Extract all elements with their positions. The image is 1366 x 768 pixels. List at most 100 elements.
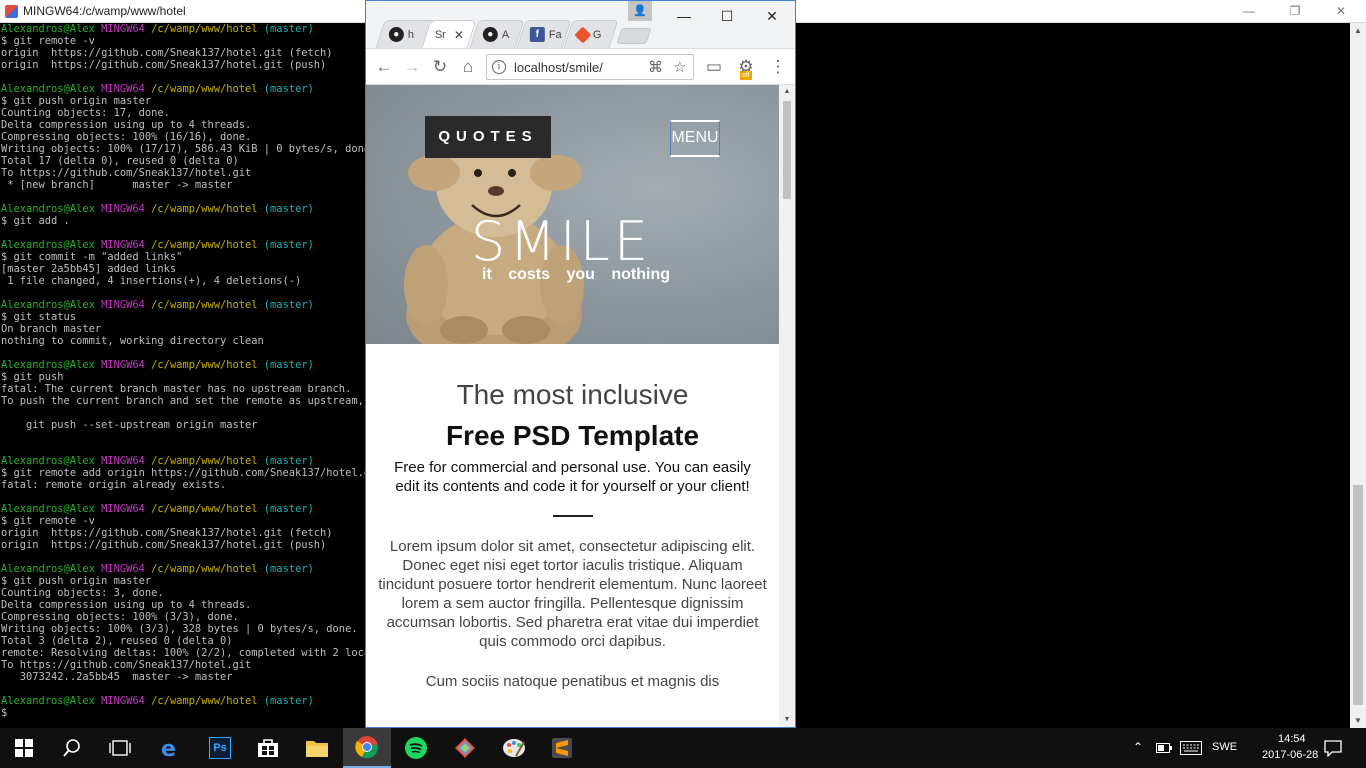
spotify-app[interactable] — [392, 728, 440, 768]
chrome-close-button[interactable]: ✕ — [749, 3, 795, 29]
prompt-user: Alexandros@Alex — [1, 695, 95, 707]
prompt-path: /c/wamp/www/hotel — [151, 503, 258, 515]
prompt-branch: (master) — [263, 359, 314, 371]
prompt-branch: (master) — [263, 563, 314, 575]
browser-toolbar: ← → ↻ ⌂ i localhost/smile/ ⌘ ☆ ▭ ⚙ ⋮ — [366, 49, 795, 85]
tab-strip: ● h Sr ✕ ● A f Fa G 👤 — ☐ ✕ — [366, 1, 795, 49]
prompt-branch: (master) — [263, 83, 314, 95]
terminal-restore-button[interactable]: ❐ — [1272, 1, 1318, 22]
github-icon: ● — [388, 27, 404, 42]
prompt-host: MINGW64 — [101, 563, 145, 575]
prompt-host: MINGW64 — [101, 203, 145, 215]
chrome-icon — [355, 736, 378, 759]
scroll-down-icon[interactable]: ▼ — [1350, 713, 1366, 729]
terminal-minimize-button[interactable]: — — [1226, 1, 1272, 22]
input-language[interactable]: SWE — [1212, 741, 1237, 753]
prompt-branch: (master) — [263, 503, 314, 515]
home-icon[interactable]: ⌂ — [456, 55, 480, 79]
hero-subtitle: it costs you nothing — [482, 266, 670, 283]
git-app[interactable] — [441, 728, 489, 768]
prompt-host: MINGW64 — [101, 299, 145, 311]
terminal-close-button[interactable]: ✕ — [1318, 1, 1364, 22]
tab-label: Fa — [548, 28, 562, 41]
terminal-scrollbar[interactable]: ▲ ▼ — [1350, 23, 1366, 729]
paint-icon — [503, 739, 525, 757]
chrome-maximize-button[interactable]: ☐ — [704, 3, 750, 29]
tab-label: G — [592, 28, 602, 41]
quotes-logo[interactable]: QUOTES — [425, 116, 551, 158]
terminal-scroll-thumb[interactable] — [1353, 485, 1363, 705]
battery-icon[interactable] — [1156, 743, 1172, 753]
tab-github-2[interactable]: ● A — [469, 20, 525, 48]
tab-smile[interactable]: Sr ✕ — [421, 20, 477, 48]
reload-icon[interactable]: ↻ — [428, 55, 452, 79]
prompt-user: Alexandros@Alex — [1, 23, 95, 35]
clock-time[interactable]: 14:54 — [1278, 733, 1306, 745]
prompt-branch: (master) — [263, 299, 314, 311]
close-tab-icon[interactable]: ✕ — [454, 28, 464, 42]
extension-off-badge: off — [740, 71, 752, 80]
terminal-title: MINGW64:/c/wamp/www/hotel — [23, 4, 186, 18]
keyboard-icon[interactable] — [1180, 741, 1202, 755]
prompt-host: MINGW64 — [101, 503, 145, 515]
page-scroll-thumb[interactable] — [783, 101, 791, 199]
prompt-path: /c/wamp/www/hotel — [151, 563, 258, 575]
tray-chevron-icon[interactable]: ⌃ — [1133, 740, 1143, 754]
task-view-button[interactable] — [96, 728, 144, 768]
explorer-app[interactable] — [293, 728, 341, 768]
paint-app[interactable] — [490, 728, 538, 768]
prompt-user: Alexandros@Alex — [1, 359, 95, 371]
body-paragraph: Lorem ipsum dolor sit amet, consectetur … — [378, 538, 767, 650]
clock-date[interactable]: 2017-06-28 — [1262, 749, 1318, 761]
action-center-icon[interactable] — [1324, 740, 1342, 757]
edge-app[interactable]: e — [146, 728, 194, 768]
prompt-branch: (master) — [263, 23, 314, 35]
search-button[interactable] — [48, 728, 96, 768]
info-icon[interactable]: i — [492, 60, 506, 74]
address-bar[interactable]: i localhost/smile/ ⌘ ☆ — [486, 54, 694, 80]
scroll-up-icon[interactable]: ▲ — [779, 85, 795, 99]
start-button[interactable] — [0, 728, 48, 768]
prompt-host: MINGW64 — [101, 83, 145, 95]
chrome-menu-icon[interactable]: ⋮ — [766, 55, 790, 79]
page-scrollbar[interactable]: ▲ ▼ — [779, 85, 795, 727]
scroll-down-icon[interactable]: ▼ — [779, 713, 795, 727]
cast-icon[interactable]: ▭ — [702, 55, 726, 79]
store-app[interactable] — [244, 728, 292, 768]
prompt-branch: (master) — [263, 239, 314, 251]
menu-button[interactable]: MENU — [670, 120, 720, 157]
new-tab-button[interactable] — [616, 28, 652, 44]
git-icon — [574, 26, 592, 43]
prompt-path: /c/wamp/www/hotel — [151, 359, 258, 371]
sublime-app[interactable] — [538, 728, 586, 768]
prompt-host: MINGW64 — [101, 239, 145, 251]
prompt-user: Alexandros@Alex — [1, 455, 95, 467]
photoshop-app[interactable]: Ps — [196, 728, 244, 768]
facebook-icon: f — [529, 27, 545, 42]
tab-facebook[interactable]: f Fa — [516, 20, 572, 48]
hero-banner: QUOTES MENU SMILE it costs you nothing — [366, 85, 779, 344]
prompt-host: MINGW64 — [101, 23, 145, 35]
tab-label: Sr — [434, 28, 446, 41]
prompt-path: /c/wamp/www/hotel — [151, 23, 258, 35]
chrome-app[interactable] — [343, 728, 391, 768]
tab-git[interactable]: G — [563, 20, 619, 48]
heading-bold: Free PSD Template — [445, 420, 700, 451]
prompt-user: Alexandros@Alex — [1, 83, 95, 95]
sublime-icon — [552, 738, 572, 758]
profile-icon[interactable]: 👤 — [628, 1, 652, 21]
chrome-minimize-button[interactable]: — — [661, 3, 707, 29]
body-paragraph-2: Cum sociis natoque penatibus et magnis d… — [425, 673, 720, 690]
tab-label: A — [501, 28, 510, 41]
store-icon — [258, 739, 278, 757]
bookmark-star-icon[interactable]: ☆ — [673, 58, 686, 76]
back-icon[interactable]: ← — [372, 55, 396, 79]
translate-icon[interactable]: ⌘ — [648, 58, 663, 76]
page-viewport[interactable]: QUOTES MENU SMILE it costs you nothing T… — [366, 85, 779, 727]
heading-light: The most inclusive — [456, 379, 689, 410]
prompt-path: /c/wamp/www/hotel — [151, 299, 258, 311]
forward-icon[interactable]: → — [400, 55, 424, 79]
svg-text:e: e — [161, 737, 176, 759]
spotify-icon — [405, 737, 427, 759]
scroll-up-icon[interactable]: ▲ — [1350, 23, 1366, 39]
